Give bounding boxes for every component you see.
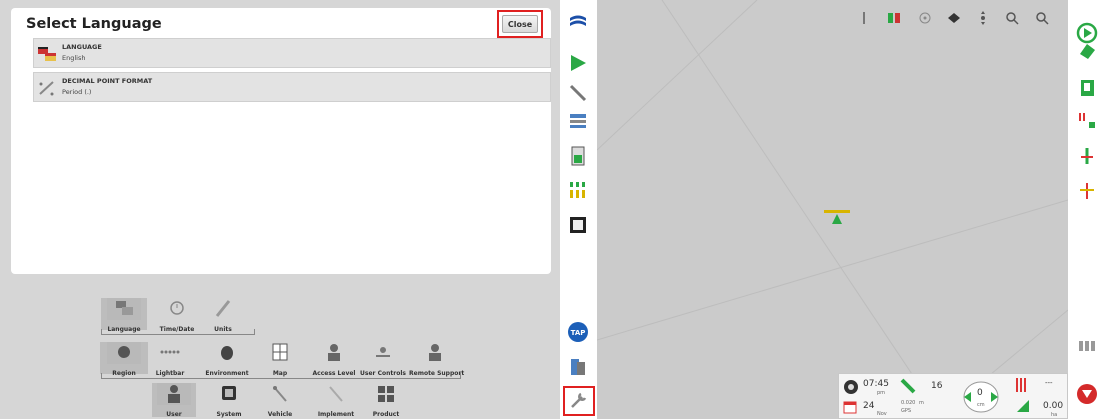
tab-implement[interactable]: Implement bbox=[308, 383, 364, 418]
close-button-highlight: Close bbox=[497, 10, 543, 38]
ruler-icon bbox=[215, 300, 231, 317]
tab-access-level[interactable]: Access Level bbox=[308, 342, 360, 377]
language-setting-row[interactable]: LANGUAGE English bbox=[33, 38, 551, 68]
setting-label: LANGUAGE bbox=[62, 43, 102, 51]
right-toolbar bbox=[1068, 0, 1106, 419]
decimal-format-setting-row[interactable]: DECIMAL POINT FORMAT Period (.) bbox=[33, 72, 551, 102]
gps-precision: 0.020 bbox=[901, 400, 916, 406]
vehicle-icon bbox=[273, 386, 287, 402]
tab-remote-support[interactable]: Remote Support bbox=[409, 342, 464, 377]
wrench-settings-icon[interactable] bbox=[567, 390, 589, 412]
zoom-out-icon[interactable] bbox=[1004, 10, 1020, 26]
sections-icon[interactable] bbox=[567, 179, 589, 201]
field-icon[interactable] bbox=[1076, 40, 1098, 62]
tab-lightbar[interactable]: Lightbar bbox=[147, 342, 193, 377]
tap-label: TAP bbox=[571, 329, 586, 337]
lightbar-icon bbox=[160, 350, 180, 354]
monitor-icon[interactable] bbox=[567, 145, 589, 167]
clock-status-icon bbox=[844, 380, 858, 394]
tab-time-date[interactable]: Time/Date bbox=[154, 298, 200, 333]
system-icon bbox=[222, 386, 236, 400]
vehicle-marker-icon bbox=[824, 210, 850, 224]
boundary-icon[interactable] bbox=[1076, 77, 1098, 99]
tab-map[interactable]: Map bbox=[262, 342, 298, 377]
rate-dashes: --- bbox=[1045, 379, 1053, 387]
tab-vehicle[interactable]: Vehicle bbox=[258, 383, 302, 418]
guidance-lines-icon[interactable] bbox=[1076, 110, 1098, 132]
tab-user-controls[interactable]: User Controls bbox=[358, 342, 408, 377]
language-flags-icon bbox=[38, 47, 56, 61]
tab-label: User bbox=[166, 411, 182, 418]
guidance-map[interactable] bbox=[597, 0, 1068, 419]
status-bar: 07:45 pm 24 Nov 16 0.020 m GPS 0 cm --- … bbox=[838, 373, 1068, 419]
date-value: 24 bbox=[863, 401, 875, 411]
tab-product[interactable]: Product bbox=[366, 383, 406, 418]
zoom-in-icon[interactable] bbox=[1034, 10, 1050, 26]
setting-value: English bbox=[62, 54, 86, 62]
tab-label: System bbox=[216, 411, 242, 418]
area-value: 0.00 bbox=[1043, 401, 1064, 411]
tab-region[interactable]: Region bbox=[100, 342, 148, 377]
time-unit: pm bbox=[877, 390, 886, 396]
globe-icon bbox=[107, 342, 141, 364]
product-icon bbox=[378, 386, 394, 402]
tab-label: Implement bbox=[317, 411, 355, 418]
book-icon[interactable] bbox=[567, 356, 589, 378]
environment-icon bbox=[221, 346, 233, 360]
pan-icon[interactable] bbox=[975, 10, 991, 26]
close-button[interactable]: Close bbox=[502, 15, 538, 33]
gps-label: GPS bbox=[901, 408, 912, 414]
user-controls-icon bbox=[376, 347, 390, 357]
crosstrack-unit: cm bbox=[977, 402, 985, 408]
tab-units[interactable]: Units bbox=[200, 298, 246, 333]
clock-icon bbox=[170, 301, 184, 315]
implement-control-icon[interactable] bbox=[1076, 180, 1098, 202]
gps-precision-unit: m bbox=[919, 400, 924, 406]
flags-icon bbox=[107, 298, 141, 320]
select-language-dialog: Select Language LANGUAGE English DECIMAL… bbox=[11, 8, 551, 274]
satellite-count-icon bbox=[900, 378, 916, 394]
target-icon[interactable] bbox=[917, 10, 933, 26]
tab-environment[interactable]: Environment bbox=[201, 342, 253, 377]
tab-user[interactable]: User bbox=[152, 383, 196, 418]
section-bars-icon bbox=[1016, 378, 1026, 392]
topcon-logo-icon bbox=[570, 15, 586, 26]
satellite-icon[interactable] bbox=[567, 82, 589, 104]
setting-label: DECIMAL POINT FORMAT bbox=[62, 77, 153, 85]
tab-label: Vehicle bbox=[267, 411, 293, 418]
crosstrack-value: 0 bbox=[977, 388, 983, 398]
user-access-icon bbox=[328, 344, 340, 361]
guidance-play-icon[interactable] bbox=[567, 52, 589, 74]
row2-bracket bbox=[101, 373, 461, 379]
satellite-count: 16 bbox=[931, 381, 943, 391]
run-screen: TAP 07:45 pm 24 Nov 16 0.020 m GPS 0 cm … bbox=[560, 0, 1106, 419]
time-value: 07:45 bbox=[863, 379, 889, 389]
tab-system[interactable]: System bbox=[207, 383, 251, 418]
machine-icon[interactable] bbox=[1076, 335, 1098, 357]
setting-value: Period (.) bbox=[62, 88, 92, 96]
layers-icon[interactable] bbox=[946, 10, 962, 26]
row1-bracket bbox=[101, 329, 255, 335]
settings-panel: Select Language LANGUAGE English DECIMAL… bbox=[0, 0, 560, 419]
area-coverage-icon bbox=[1017, 400, 1029, 412]
calendar-icon bbox=[843, 401, 857, 414]
steering-icon[interactable] bbox=[1076, 145, 1098, 167]
remote-support-icon bbox=[429, 344, 441, 361]
date-unit: Nov bbox=[877, 411, 887, 417]
list-panel-icon[interactable] bbox=[567, 110, 589, 132]
tab-label: Product bbox=[372, 411, 400, 418]
implement-icon bbox=[329, 386, 343, 402]
decimal-pencil-icon bbox=[39, 81, 54, 96]
area-unit: ha bbox=[1051, 412, 1058, 418]
field-boundary-icon[interactable] bbox=[886, 10, 902, 26]
tab-language[interactable]: Language bbox=[101, 298, 147, 333]
tap-icon[interactable]: TAP bbox=[567, 321, 589, 343]
map-icon bbox=[272, 343, 288, 361]
user-icon bbox=[157, 383, 191, 405]
film-icon[interactable] bbox=[567, 214, 589, 236]
stop-icon[interactable] bbox=[1076, 383, 1098, 405]
pin-icon[interactable] bbox=[856, 10, 872, 26]
left-toolbar: TAP bbox=[560, 0, 597, 419]
dialog-title: Select Language bbox=[26, 16, 162, 32]
